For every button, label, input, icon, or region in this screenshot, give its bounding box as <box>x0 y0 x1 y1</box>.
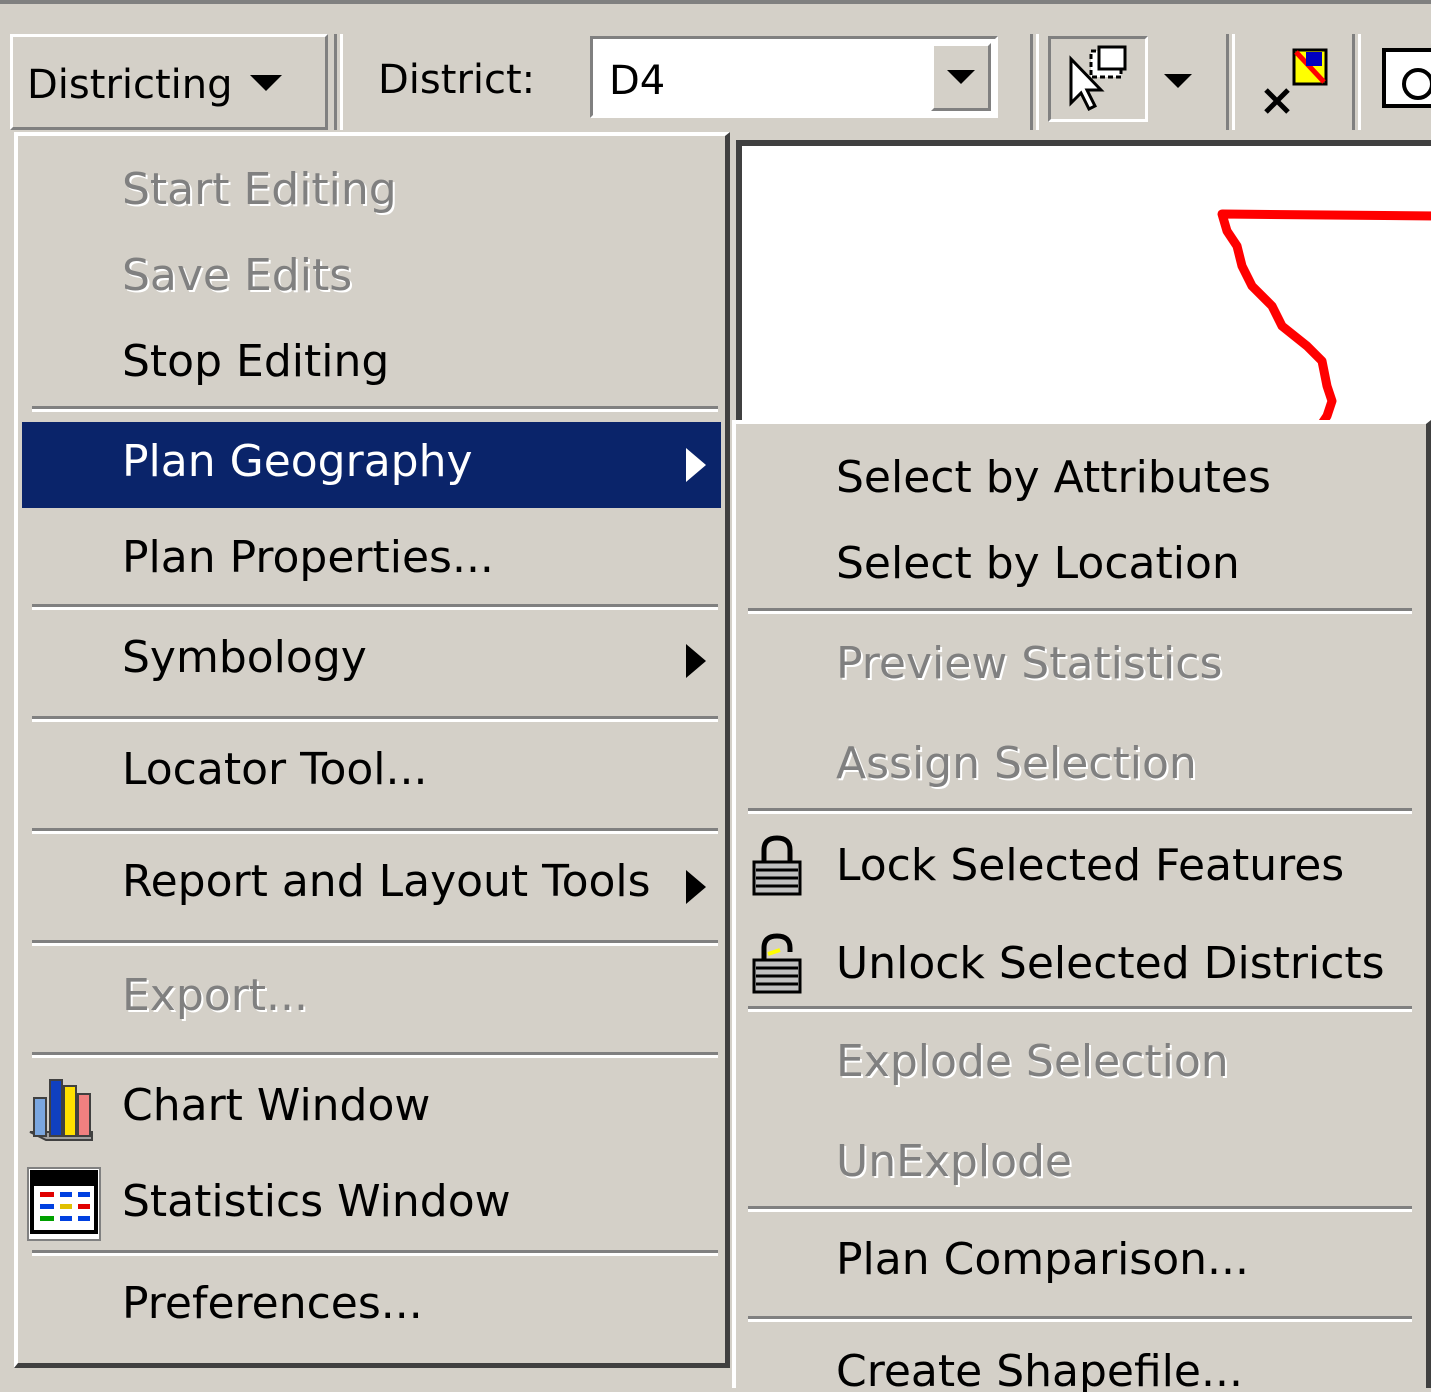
unlock-icon <box>752 933 802 994</box>
submenu-item-unexplode[interactable]: UnExplode <box>736 1136 1426 1196</box>
districting-menu-button[interactable]: Districting <box>10 34 328 130</box>
lock-icon <box>752 835 802 896</box>
district-select[interactable]: D4 <box>590 36 998 118</box>
menu-item-report-layout-tools[interactable]: Report and Layout Tools <box>18 856 725 916</box>
menu-item-plan-properties[interactable]: Plan Properties... <box>18 532 725 592</box>
menu-item-plan-geography[interactable]: Plan Geography <box>22 422 721 508</box>
menu-item-label: Chart Window <box>122 1080 431 1131</box>
menu-item-label: Preferences... <box>122 1278 423 1329</box>
menu-item-label: Stop Editing <box>122 336 390 387</box>
submenu-item-select-by-attributes[interactable]: Select by Attributes <box>736 452 1426 512</box>
districting-menu: Start Editing Save Edits Stop Editing Pl… <box>14 132 730 1368</box>
chevron-down-icon[interactable] <box>1164 74 1192 88</box>
menu-separator <box>748 1206 1412 1212</box>
menu-separator <box>32 604 718 610</box>
submenu-item-explode-selection[interactable]: Explode Selection <box>736 1036 1426 1096</box>
menu-item-locator-tool[interactable]: Locator Tool... <box>18 744 725 804</box>
menu-separator <box>32 716 718 722</box>
menu-item-preferences[interactable]: Preferences... <box>18 1278 725 1338</box>
map-canvas[interactable] <box>736 140 1431 434</box>
district-dropdown-button[interactable] <box>931 43 991 111</box>
submenu-item-preview-statistics[interactable]: Preview Statistics <box>736 638 1426 698</box>
district-label: District: <box>378 57 536 103</box>
districting-toolbar: Districting District: D4 <box>0 0 1431 136</box>
menu-separator <box>748 808 1412 814</box>
menu-separator <box>32 828 718 834</box>
submenu-item-label: Create Shapefile... <box>836 1346 1243 1392</box>
menu-item-label: Start Editing <box>122 164 397 215</box>
menu-separator <box>748 1006 1412 1012</box>
submenu-item-plan-comparison[interactable]: Plan Comparison... <box>736 1234 1426 1294</box>
submenu-item-label: Select by Location <box>836 538 1240 589</box>
submenu-item-unlock-selected-districts[interactable]: Unlock Selected Districts <box>736 928 1426 998</box>
submenu-item-assign-selection[interactable]: Assign Selection <box>736 738 1426 798</box>
menu-separator <box>32 406 718 412</box>
submenu-item-label: Lock Selected Features <box>836 840 1345 891</box>
menu-item-statistics-window[interactable]: Statistics Window <box>18 1166 725 1246</box>
menu-item-save-edits[interactable]: Save Edits <box>18 250 725 310</box>
chevron-down-icon <box>250 75 282 91</box>
menu-separator <box>748 608 1412 614</box>
menu-item-label: Plan Geography <box>122 436 473 487</box>
menu-separator <box>32 1052 718 1058</box>
submenu-item-label: Assign Selection <box>836 738 1197 789</box>
submenu-arrow-icon <box>686 448 706 482</box>
plan-geography-submenu: Select by Attributes Select by Location … <box>732 420 1431 1392</box>
submenu-item-label: Explode Selection <box>836 1036 1229 1087</box>
menu-separator <box>32 940 718 946</box>
menu-item-label: Statistics Window <box>122 1176 511 1227</box>
submenu-item-label: UnExplode <box>836 1136 1073 1187</box>
submenu-item-lock-selected-features[interactable]: Lock Selected Features <box>736 830 1426 900</box>
district-boundary-line <box>1217 209 1431 434</box>
statistics-icon <box>27 1167 101 1241</box>
toolbar-separator <box>1226 34 1235 130</box>
menu-item-start-editing[interactable]: Start Editing <box>18 164 725 224</box>
menu-item-label: Symbology <box>122 632 367 683</box>
toolbar-separator <box>334 34 343 130</box>
menu-separator <box>748 1316 1412 1322</box>
menu-item-label: Plan Properties... <box>122 532 494 583</box>
menu-item-export[interactable]: Export... <box>18 970 725 1030</box>
district-select-value: D4 <box>609 58 666 104</box>
toolbar-separator <box>1352 34 1361 130</box>
clear-selection-icon[interactable] <box>1258 44 1338 120</box>
zoom-tool-icon[interactable] <box>1380 44 1431 114</box>
districting-label: Districting <box>27 62 233 108</box>
menu-item-label: Report and Layout Tools <box>122 856 651 907</box>
submenu-item-label: Unlock Selected Districts <box>836 938 1385 989</box>
submenu-item-label: Preview Statistics <box>836 638 1223 689</box>
menu-item-label: Save Edits <box>122 250 353 301</box>
submenu-item-create-shapefile[interactable]: Create Shapefile... <box>736 1346 1426 1392</box>
submenu-arrow-icon <box>686 644 706 678</box>
toolbar-separator <box>1030 34 1039 130</box>
submenu-arrow-icon <box>686 870 706 904</box>
menu-separator <box>32 1250 718 1256</box>
submenu-item-select-by-location[interactable]: Select by Location <box>736 538 1426 598</box>
chart-icon <box>29 1079 93 1141</box>
submenu-item-label: Select by Attributes <box>836 452 1271 503</box>
submenu-item-label: Plan Comparison... <box>836 1234 1249 1285</box>
menu-item-symbology[interactable]: Symbology <box>18 632 725 692</box>
select-pointer-icon <box>1069 45 1127 112</box>
menu-item-chart-window[interactable]: Chart Window <box>18 1074 725 1144</box>
chevron-down-icon <box>947 70 975 84</box>
menu-item-stop-editing[interactable]: Stop Editing <box>18 336 725 396</box>
menu-item-label: Locator Tool... <box>122 744 428 795</box>
select-tool-button[interactable] <box>1048 36 1148 122</box>
menu-item-label: Export... <box>122 970 308 1021</box>
